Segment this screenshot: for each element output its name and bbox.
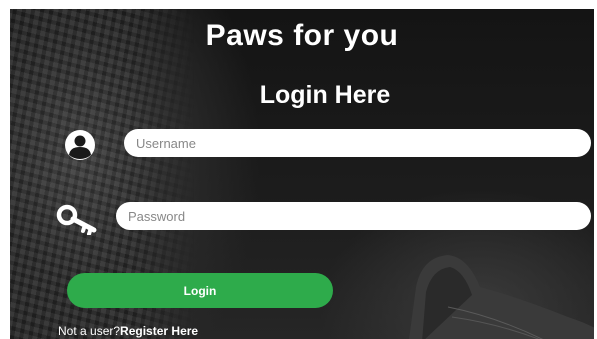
login-screen: Paws for you Login Here Login Not a user… [10, 9, 594, 339]
register-prompt-line: Not a user?Register Here [58, 324, 198, 338]
cat-silhouette-background [409, 255, 594, 339]
register-link[interactable]: Register Here [120, 324, 198, 338]
site-title: Paws for you [205, 19, 399, 52]
login-heading: Login Here [259, 81, 391, 109]
password-input[interactable] [116, 202, 591, 230]
username-input[interactable] [124, 129, 591, 157]
login-button[interactable]: Login [67, 273, 333, 308]
user-icon [65, 130, 95, 160]
key-icon [56, 204, 97, 235]
register-prompt-text: Not a user? [58, 324, 121, 338]
